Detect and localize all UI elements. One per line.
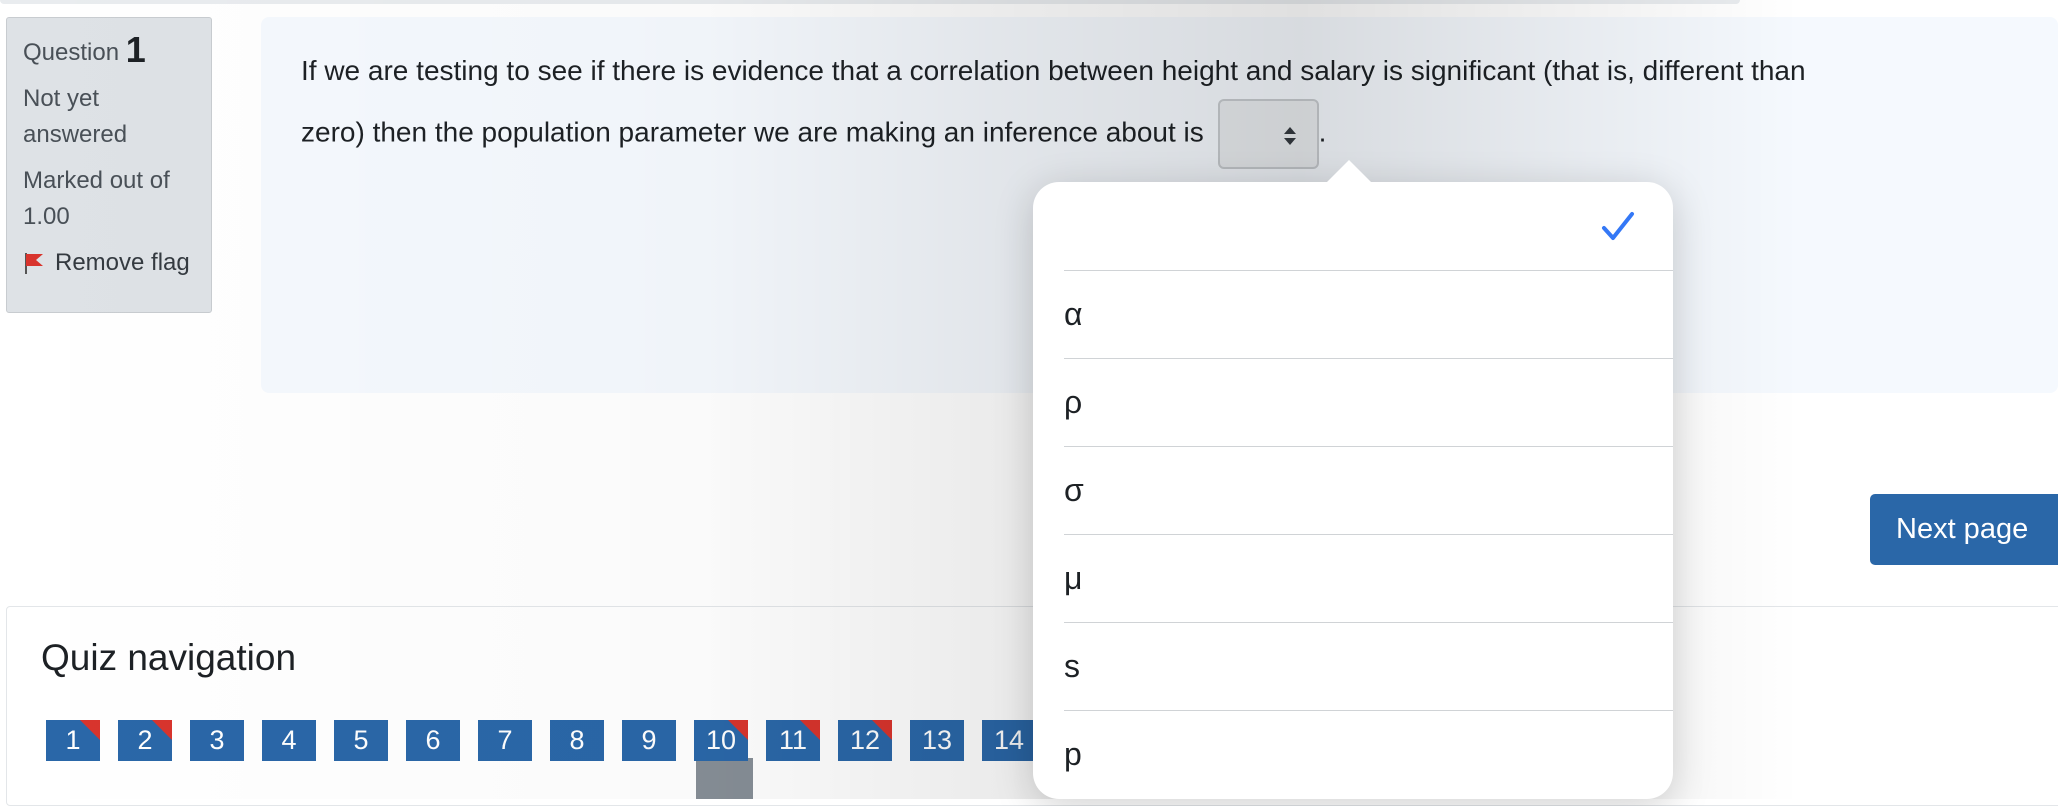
quiz-nav-button-13[interactable]: 13 [910, 720, 964, 761]
flag-corner-icon [728, 720, 748, 740]
question-label: Question [23, 39, 120, 66]
option-label: μ [1064, 559, 1083, 596]
flag-corner-icon [800, 720, 820, 740]
flag-icon [25, 253, 43, 274]
top-divider [0, 0, 1740, 4]
checkmark-icon [1602, 212, 1634, 240]
quiz-nav-button-label: 5 [353, 725, 369, 755]
flag-corner-icon [872, 720, 892, 740]
quiz-nav-button-10[interactable]: 10 [694, 720, 748, 761]
question-text-line-1: If we are testing to see if there is evi… [301, 55, 1806, 86]
grade-line-2: 1.00 [23, 203, 70, 230]
remove-flag-link[interactable]: Remove flag [23, 245, 195, 281]
state-line-1: Not yet [23, 85, 100, 112]
state-line-2: answered [23, 121, 128, 148]
quiz-nav-button-4[interactable]: 4 [262, 720, 316, 761]
select-arrows-icon [1283, 127, 1296, 145]
option-rho[interactable]: ρ [1064, 358, 1673, 447]
flag-corner-icon [80, 720, 100, 740]
question-number-label: Question 1 [23, 32, 195, 71]
next-page-button[interactable]: Next page [1870, 494, 2058, 565]
grade-line-1: Marked out of [23, 167, 170, 194]
option-label: p [1064, 735, 1082, 772]
question-info: Question 1 Not yet answered Marked out o… [6, 17, 212, 313]
quiz-navigation-title: Quiz navigation [41, 637, 297, 678]
quiz-nav-button-3[interactable]: 3 [190, 720, 244, 761]
quiz-nav-button-label: 14 [993, 725, 1025, 755]
quiz-nav-button-label: 6 [425, 725, 441, 755]
quiz-nav-button-14[interactable]: 14 [982, 720, 1036, 761]
flag-corner-icon [152, 720, 172, 740]
quiz-nav-button-label: 2 [137, 725, 153, 755]
question-state: Not yet answered [23, 81, 195, 153]
quiz-nav-button-label: 9 [641, 725, 657, 755]
quiz-nav-button-11[interactable]: 11 [766, 720, 820, 761]
option-label: ρ [1064, 383, 1083, 420]
quiz-nav-button-1[interactable]: 1 [46, 720, 100, 761]
quiz-nav-button-label: 8 [569, 725, 585, 755]
quiz-nav-button-label: 3 [209, 725, 225, 755]
quiz-nav-button-9[interactable]: 9 [622, 720, 676, 761]
quiz-navigation-panel: Quiz navigation 1 2 3 4 5 6 7 8 9 10 11 12 13 14 [6, 606, 2058, 806]
quiz-nav-button-7[interactable]: 7 [478, 720, 532, 761]
option-label: s [1064, 647, 1080, 684]
next-page-label: Next page [1896, 513, 2029, 545]
question-text-period: . [1318, 116, 1327, 148]
quiz-nav-button-label: 1 [65, 725, 81, 755]
question-grade: Marked out of 1.00 [23, 163, 195, 235]
answer-select[interactable] [1217, 99, 1319, 169]
quiz-nav-button-label: 4 [281, 725, 297, 755]
remove-flag-label: Remove flag [55, 249, 190, 276]
select-options-popover: α ρ σ μ s p [1033, 160, 1673, 799]
quiz-nav-button-label: 7 [497, 725, 513, 755]
option-label: α [1064, 295, 1083, 332]
option-sigma[interactable]: σ [1064, 446, 1673, 535]
option-alpha[interactable]: α [1064, 270, 1673, 359]
option-blank[interactable] [1064, 182, 1673, 271]
option-label: σ [1064, 471, 1084, 508]
question-number: 1 [125, 29, 146, 70]
question-text-line-2: zero) then the population parameter we a… [301, 116, 1204, 148]
quiz-nav-button-label: 13 [921, 725, 953, 755]
quiz-nav-button-8[interactable]: 8 [550, 720, 604, 761]
current-page-indicator [696, 758, 753, 799]
option-mu[interactable]: μ [1064, 534, 1673, 623]
quiz-nav-button-2[interactable]: 2 [118, 720, 172, 761]
quiz-nav-button-12[interactable]: 12 [838, 720, 892, 761]
option-s[interactable]: s [1064, 622, 1673, 711]
question-text-line-2-row: zero) then the population parameter we a… [301, 99, 2018, 169]
option-p[interactable]: p [1064, 710, 1673, 798]
quiz-nav-button-6[interactable]: 6 [406, 720, 460, 761]
quiz-nav-button-5[interactable]: 5 [334, 720, 388, 761]
